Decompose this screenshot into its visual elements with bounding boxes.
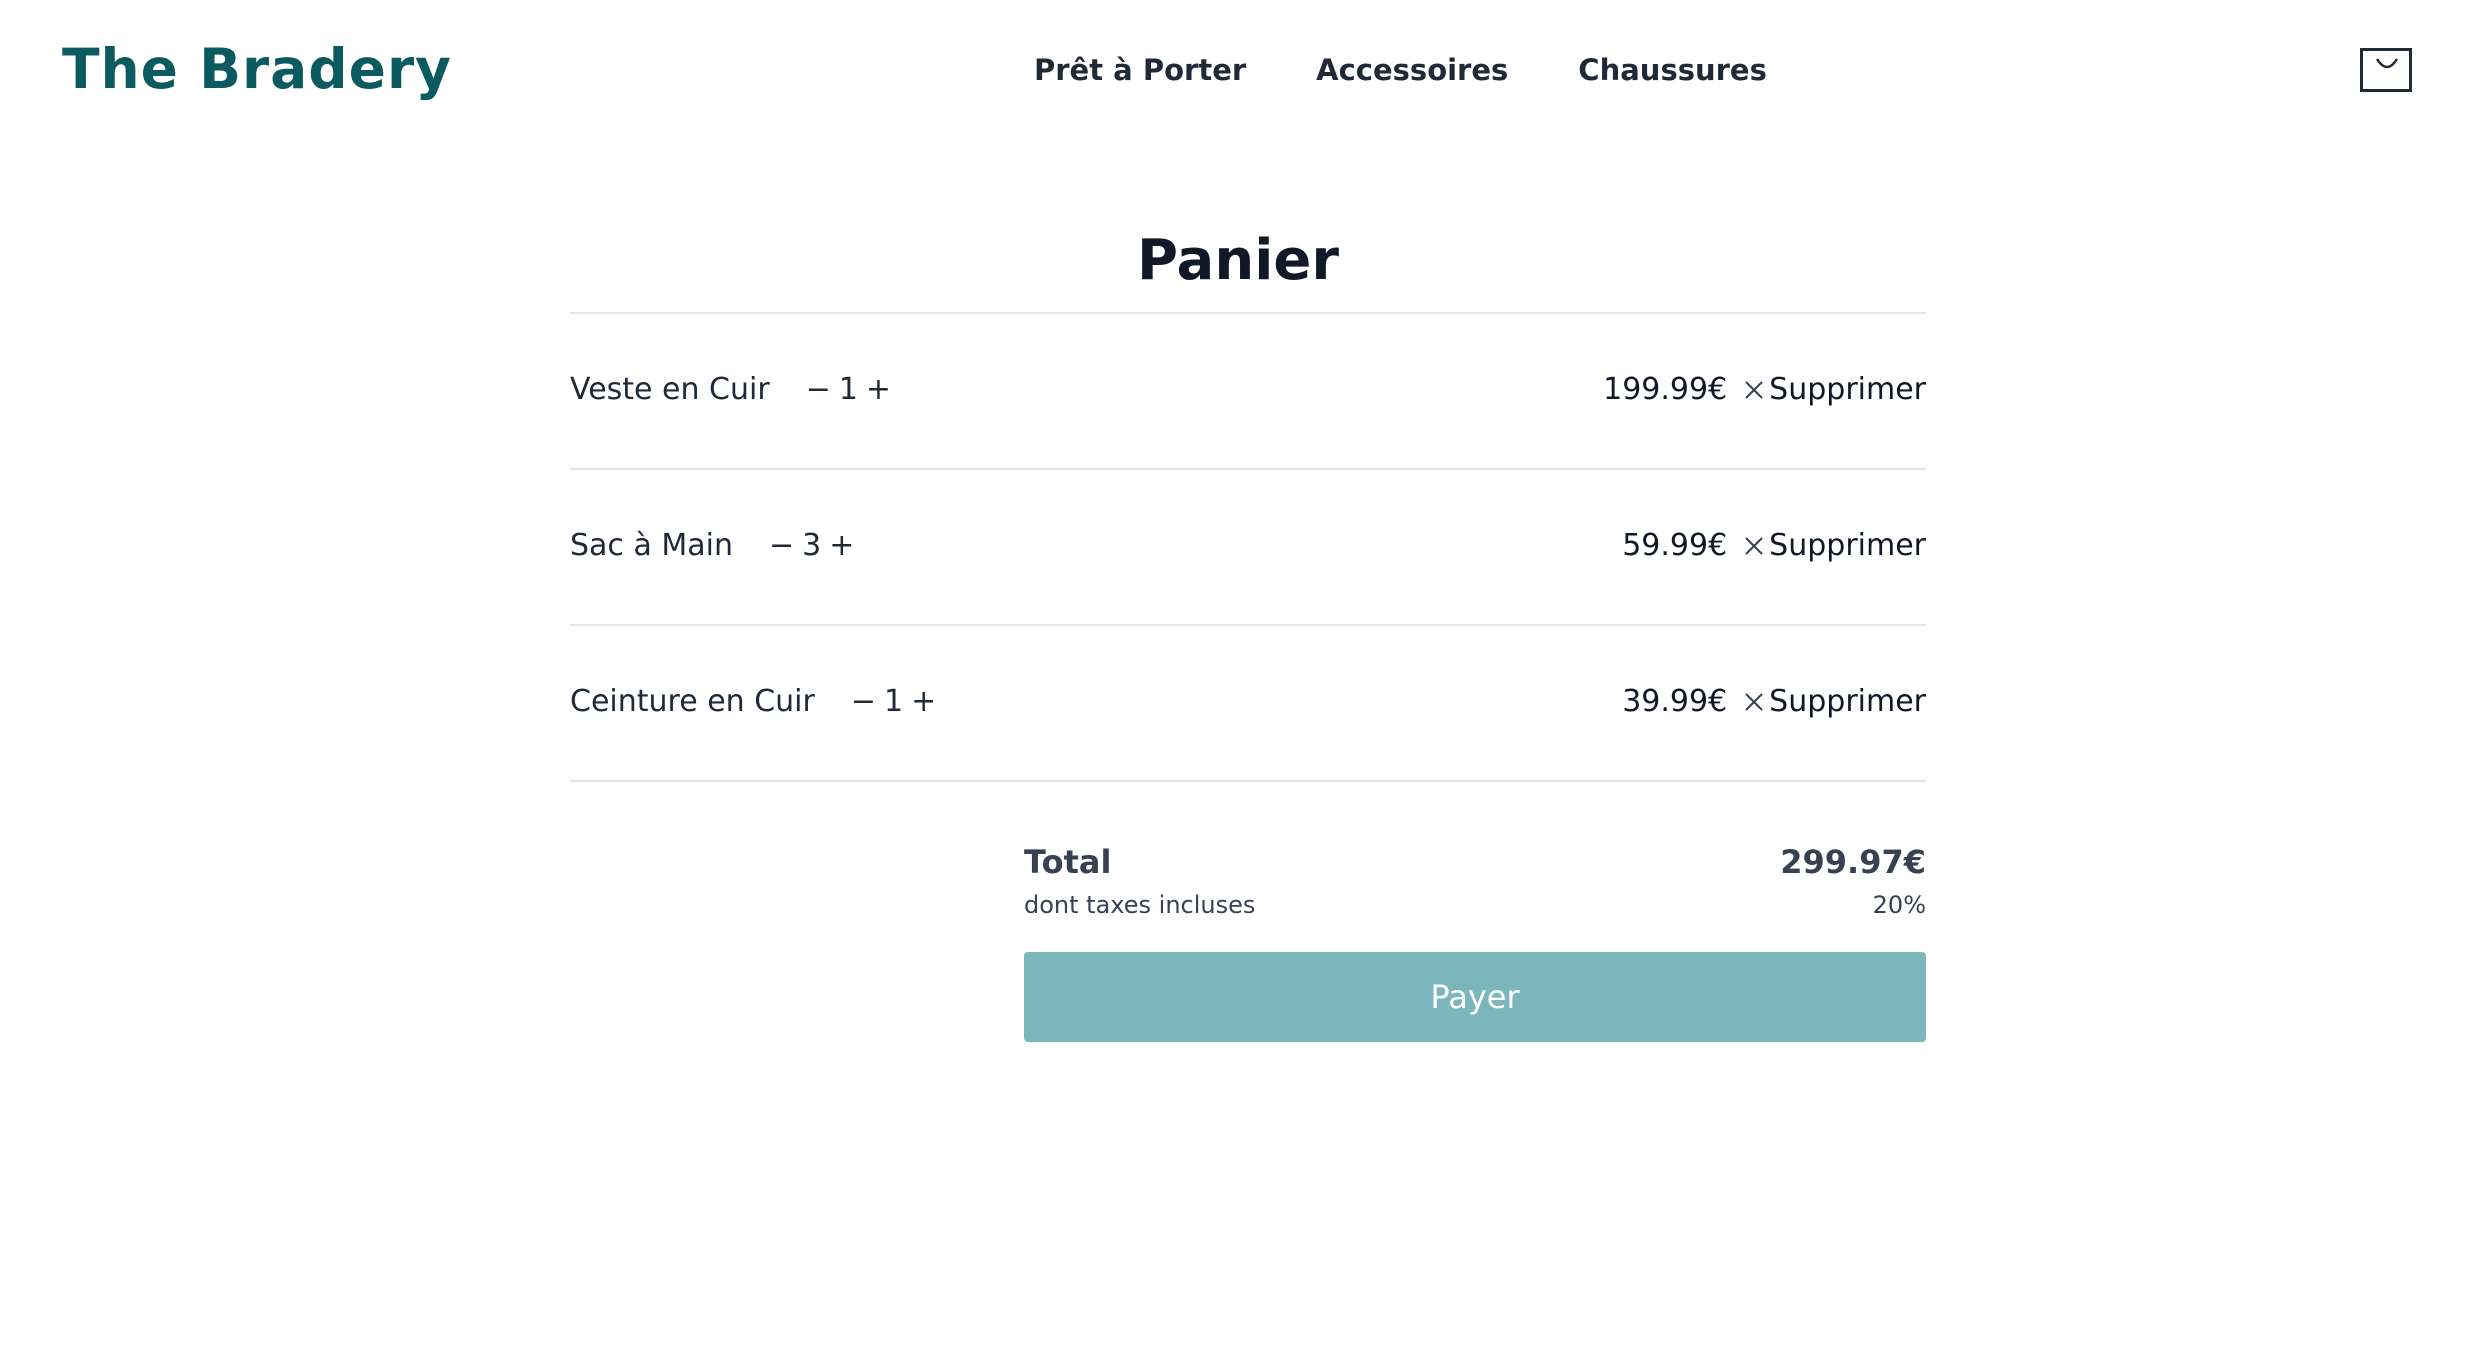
shopping-bag-icon bbox=[2375, 58, 2399, 69]
cart-items-list: Veste en Cuir − 1 + 199.99€ Supprimer Sa… bbox=[570, 312, 1926, 782]
brand-logo[interactable]: The Bradery bbox=[62, 34, 452, 104]
nav-item-pret-a-porter[interactable]: Prêt à Porter bbox=[1034, 50, 1246, 90]
close-icon bbox=[1745, 537, 1763, 555]
remove-button[interactable]: Supprimer bbox=[1743, 370, 1926, 410]
site-header: The Bradery Prêt à Porter Accessoires Ch… bbox=[0, 0, 2476, 140]
quantity-stepper: − 1 + bbox=[849, 682, 938, 722]
item-price: 59.99€ bbox=[1622, 528, 1728, 563]
remove-label: Supprimer bbox=[1769, 528, 1926, 563]
tax-value: 20% bbox=[1872, 891, 1926, 919]
remove-button[interactable]: Supprimer bbox=[1743, 682, 1926, 722]
item-name: Veste en Cuir bbox=[570, 372, 770, 407]
order-summary: Total 299.97€ dont taxes incluses 20% Pa… bbox=[1024, 840, 1926, 1042]
decrement-button[interactable]: − bbox=[804, 370, 833, 410]
tax-line: dont taxes incluses 20% bbox=[1024, 888, 1926, 922]
remove-label: Supprimer bbox=[1769, 684, 1926, 719]
tax-label: dont taxes incluses bbox=[1024, 891, 1256, 919]
total-value: 299.97€ bbox=[1780, 843, 1926, 881]
cart-item: Veste en Cuir − 1 + 199.99€ Supprimer bbox=[570, 314, 1926, 470]
item-name: Sac à Main bbox=[570, 528, 733, 563]
quantity-stepper: − 3 + bbox=[767, 526, 856, 566]
nav-item-chaussures[interactable]: Chaussures bbox=[1578, 50, 1767, 90]
main-nav: Prêt à Porter Accessoires Chaussures bbox=[1034, 50, 1767, 90]
decrement-button[interactable]: − bbox=[849, 682, 878, 722]
cart-button[interactable] bbox=[2360, 48, 2412, 92]
quantity-value: 3 bbox=[802, 528, 822, 563]
page-title: Panier bbox=[1137, 227, 1339, 293]
total-line: Total 299.97€ bbox=[1024, 840, 1926, 884]
cart-item: Sac à Main − 3 + 59.99€ Supprimer bbox=[570, 470, 1926, 626]
increment-button[interactable]: + bbox=[864, 370, 893, 410]
quantity-value: 1 bbox=[838, 372, 858, 407]
close-icon bbox=[1745, 693, 1763, 711]
quantity-stepper: − 1 + bbox=[804, 370, 893, 410]
increment-button[interactable]: + bbox=[909, 682, 938, 722]
quantity-value: 1 bbox=[883, 684, 904, 719]
remove-button[interactable]: Supprimer bbox=[1743, 526, 1926, 566]
nav-item-accessoires[interactable]: Accessoires bbox=[1316, 50, 1508, 90]
increment-button[interactable]: + bbox=[827, 526, 856, 566]
remove-label: Supprimer bbox=[1769, 372, 1926, 407]
pay-button[interactable]: Payer bbox=[1024, 952, 1926, 1042]
close-icon bbox=[1745, 381, 1763, 399]
item-price: 39.99€ bbox=[1622, 684, 1728, 719]
cart-item: Ceinture en Cuir − 1 + 39.99€ Supprimer bbox=[570, 626, 1926, 782]
total-label: Total bbox=[1024, 843, 1112, 881]
item-price: 199.99€ bbox=[1603, 372, 1728, 407]
decrement-button[interactable]: − bbox=[767, 526, 796, 566]
item-name: Ceinture en Cuir bbox=[570, 684, 815, 719]
